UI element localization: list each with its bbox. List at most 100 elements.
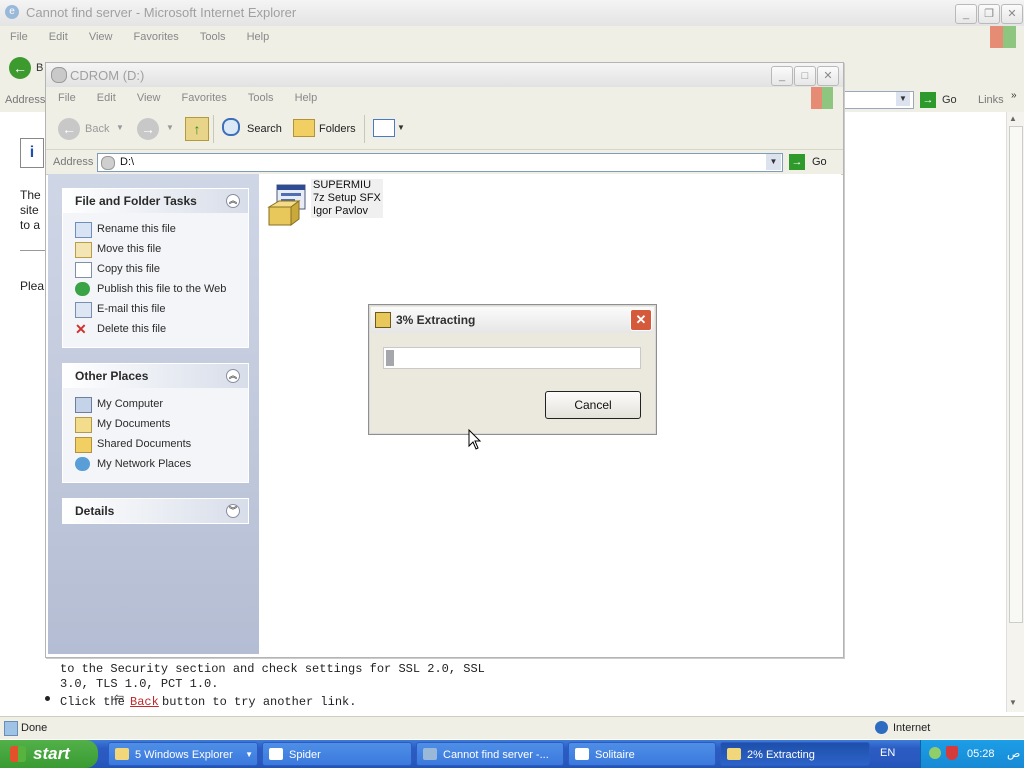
explorer-title-bar[interactable]: CDROM (D:) _ □ ✕	[46, 63, 843, 88]
clock[interactable]: 05:28	[967, 740, 995, 768]
delete-icon: ✕	[75, 321, 87, 337]
place-network[interactable]: My Network Places	[63, 454, 248, 474]
chevron-down-icon[interactable]: ▼	[766, 154, 781, 170]
explorer-menu-edit[interactable]: Edit	[97, 87, 116, 109]
place-label: My Documents	[97, 418, 171, 430]
ie-go-label[interactable]: Go	[942, 94, 957, 106]
documents-icon	[75, 417, 92, 433]
explorer-maximize-button[interactable]: □	[794, 66, 816, 86]
ie-status-bar: Done Internet	[0, 716, 1024, 739]
ie-back-label[interactable]: B	[36, 62, 43, 74]
ie-close-button[interactable]: ✕	[1001, 4, 1023, 24]
ie-menu-view[interactable]: View	[89, 26, 113, 48]
task-copy[interactable]: Copy this file	[63, 259, 248, 279]
scroll-down-icon[interactable]: ▼	[1009, 698, 1017, 707]
network-tray-icon[interactable]	[929, 747, 941, 759]
ie-title-text: Cannot find server - Microsoft Internet …	[26, 5, 297, 20]
explorer-menu-view[interactable]: View	[137, 87, 161, 109]
file-author: Igor Pavlov	[313, 205, 369, 217]
folder-icon[interactable]	[293, 119, 315, 137]
place-my-computer[interactable]: My Computer	[63, 394, 248, 414]
task-solitaire[interactable]: Solitaire	[568, 742, 716, 766]
task-label: Spider	[289, 749, 321, 761]
forward-icon[interactable]: →	[137, 118, 159, 140]
cdrom-icon	[101, 156, 115, 170]
explorer-minimize-button[interactable]: _	[771, 66, 793, 86]
language-indicator[interactable]: EN	[880, 747, 895, 759]
ie-ssl-text-2: 3.0, TLS 1.0, PCT 1.0.	[60, 677, 219, 691]
panel-header[interactable]: Other Places ︽	[63, 364, 248, 388]
panel-title: Other Places	[75, 369, 149, 383]
views-icon[interactable]	[373, 119, 395, 137]
scroll-thumb[interactable]	[1009, 126, 1023, 623]
globe-icon	[75, 282, 90, 296]
task-spider[interactable]: Spider	[262, 742, 412, 766]
chevron-down-icon[interactable]: ▼	[397, 123, 405, 132]
task-windows-explorer[interactable]: 5 Windows Explorer ▼	[108, 742, 258, 766]
ie-divider	[20, 250, 46, 251]
task-label: Move this file	[97, 243, 162, 255]
ie-back-link[interactable]: Back	[130, 695, 159, 709]
chevron-down-icon[interactable]: ▼	[116, 123, 124, 132]
scroll-up-icon[interactable]: ▲	[1009, 114, 1017, 123]
place-my-documents[interactable]: My Documents	[63, 414, 248, 434]
task-extracting[interactable]: 2% Extracting	[720, 742, 870, 766]
windows-flag-icon	[10, 746, 26, 762]
explorer-menu-favorites[interactable]: Favorites	[182, 87, 227, 109]
file-item-supermiu[interactable]: SUPERMIU 7z Setup SFX Igor Pavlov	[265, 179, 383, 231]
explorer-go-label[interactable]: Go	[812, 156, 827, 168]
ie-restore-button[interactable]: ❐	[978, 4, 1000, 24]
task-move[interactable]: Move this file	[63, 239, 248, 259]
panel-header[interactable]: File and Folder Tasks ︽	[63, 189, 248, 213]
ie-menu-favorites[interactable]: Favorites	[134, 26, 179, 48]
ie-minimize-button[interactable]: _	[955, 4, 977, 24]
task-label: Publish this file to the Web	[97, 283, 227, 295]
search-icon[interactable]	[222, 118, 240, 136]
back-arrow-icon: ⇦	[114, 690, 125, 704]
chevron-down-icon[interactable]: ▼	[896, 92, 910, 106]
explorer-close-button[interactable]: ✕	[817, 66, 839, 86]
explorer-menu-file[interactable]: File	[58, 87, 76, 109]
task-delete[interactable]: ✕ Delete this file	[63, 319, 248, 339]
task-publish[interactable]: Publish this file to the Web	[63, 279, 248, 299]
computer-icon	[75, 397, 92, 413]
collapse-icon[interactable]: ︽	[226, 194, 240, 208]
ie-title-bar[interactable]: e Cannot find server - Microsoft Interne…	[0, 0, 1024, 27]
ie-back-icon[interactable]: ←	[9, 57, 31, 79]
info-icon: i	[20, 138, 44, 168]
expand-icon[interactable]: ︾	[226, 504, 240, 518]
ie-menu-edit[interactable]: Edit	[49, 26, 68, 48]
task-email[interactable]: E-mail this file	[63, 299, 248, 319]
explorer-address-input[interactable]: D:\	[97, 153, 783, 172]
dialog-close-button[interactable]: ✕	[630, 309, 652, 331]
collapse-icon[interactable]: ︽	[226, 369, 240, 383]
up-folder-icon[interactable]: ↑	[185, 117, 209, 141]
ie-menu-tools[interactable]: Tools	[200, 26, 226, 48]
file-name: SUPERMIU	[313, 179, 372, 191]
panel-header[interactable]: Details ︾	[63, 499, 248, 523]
ie-go-icon[interactable]: →	[920, 92, 936, 108]
ie-scrollbar[interactable]: ▲ ▼	[1006, 112, 1024, 712]
ie-menu-help[interactable]: Help	[247, 26, 270, 48]
explorer-menu-tools[interactable]: Tools	[248, 87, 274, 109]
ie-menu-file[interactable]: File	[10, 26, 28, 48]
back-button-label[interactable]: Back	[85, 123, 109, 135]
explorer-address-label: Address	[53, 156, 94, 168]
chevron-down-icon[interactable]: ▼	[166, 123, 174, 132]
dialog-title-bar[interactable]: 3% Extracting ✕	[371, 307, 654, 333]
explorer-address-bar: Address D:\ ▼ → Go	[46, 150, 843, 175]
task-cannot-find-server[interactable]: Cannot find server -...	[416, 742, 564, 766]
shield-icon[interactable]	[946, 746, 958, 760]
place-shared-documents[interactable]: Shared Documents	[63, 434, 248, 454]
ie-links-label[interactable]: Links	[978, 94, 1004, 106]
folders-button-label[interactable]: Folders	[319, 123, 356, 135]
chevron-right-icon[interactable]: »	[1011, 90, 1017, 101]
mouse-cursor-icon	[468, 429, 482, 450]
back-icon[interactable]: ←	[58, 118, 80, 140]
search-button-label[interactable]: Search	[247, 123, 282, 135]
start-button[interactable]: start	[0, 740, 98, 768]
cancel-button[interactable]: Cancel	[545, 391, 641, 419]
task-rename[interactable]: Rename this file	[63, 219, 248, 239]
explorer-menu-help[interactable]: Help	[295, 87, 318, 109]
go-icon[interactable]: →	[789, 154, 805, 170]
